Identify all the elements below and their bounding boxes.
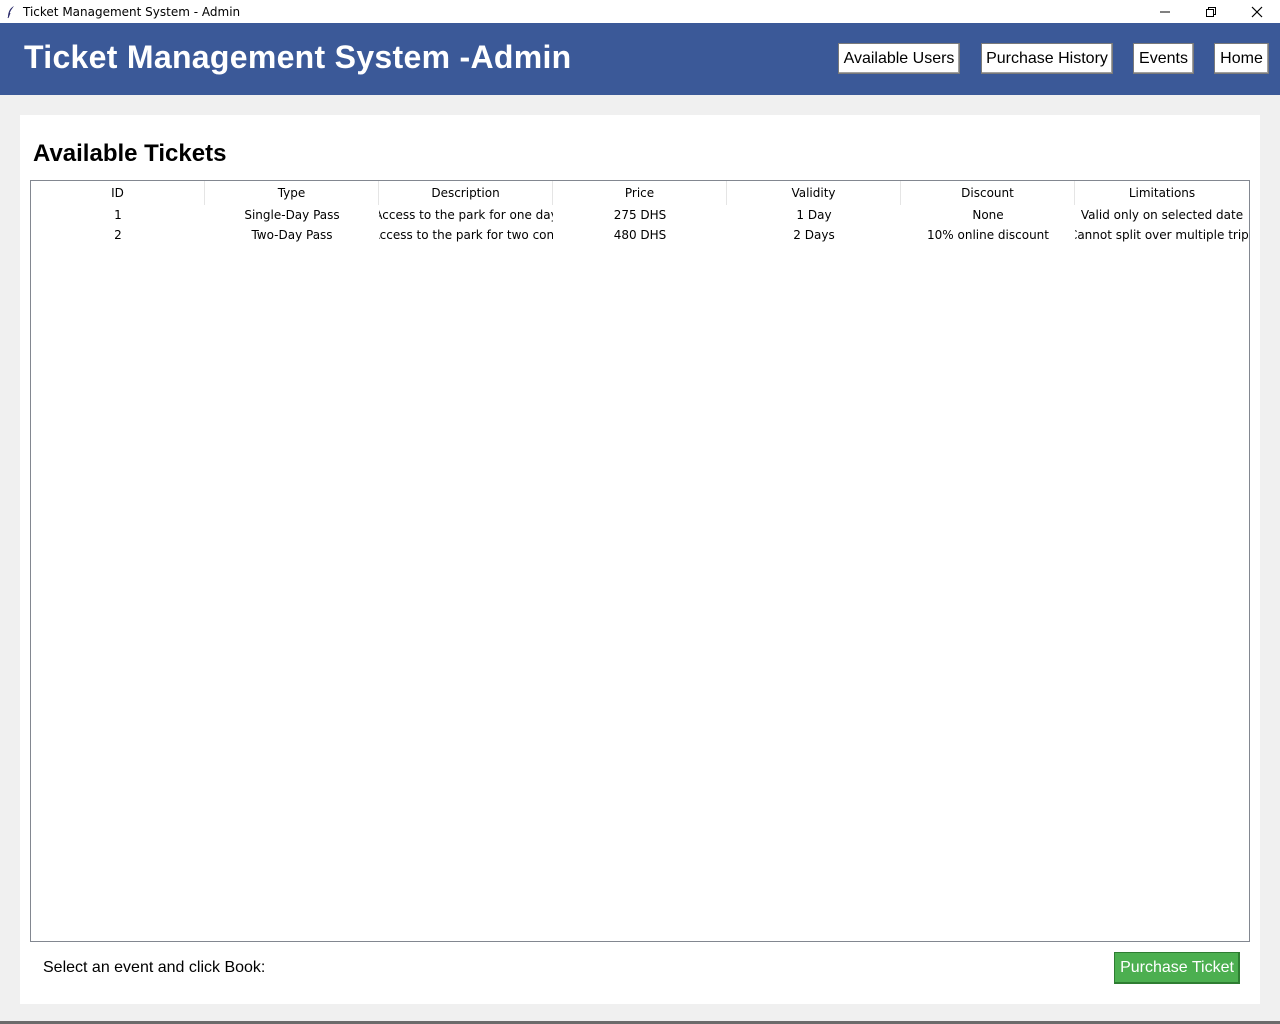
column-header-type[interactable]: Type: [205, 181, 379, 205]
cell-description: Access to the park for two cons: [379, 228, 553, 242]
cell-validity: 1 Day: [796, 208, 832, 222]
tickets-table[interactable]: ID Type Description Price Validity Disco…: [30, 180, 1250, 942]
app-title: Ticket Management System -Admin: [24, 39, 572, 75]
column-header-discount[interactable]: Discount: [901, 181, 1075, 205]
table-row[interactable]: 2 Two-Day Pass Access to the park for tw…: [31, 225, 1249, 245]
window-titlebar: Ticket Management System - Admin: [0, 0, 1280, 23]
cell-validity: 2 Days: [793, 228, 835, 242]
cell-id: 1: [114, 208, 122, 222]
cell-limitations: Cannot split over multiple trips: [1075, 228, 1249, 242]
column-header-validity[interactable]: Validity: [727, 181, 901, 205]
feather-icon: [4, 5, 18, 19]
table-row[interactable]: 1 Single-Day Pass Access to the park for…: [31, 205, 1249, 225]
window-title: Ticket Management System - Admin: [23, 4, 241, 19]
table-body: 1 Single-Day Pass Access to the park for…: [31, 205, 1249, 245]
column-header-price[interactable]: Price: [553, 181, 727, 205]
table-header: ID Type Description Price Validity Disco…: [31, 181, 1249, 205]
cell-type: Two-Day Pass: [251, 228, 333, 242]
cell-price: 275 DHS: [613, 208, 667, 222]
restore-button[interactable]: [1188, 0, 1234, 23]
close-icon: [1251, 6, 1263, 17]
column-header-limitations[interactable]: Limitations: [1075, 181, 1249, 205]
cell-price: 480 DHS: [613, 228, 667, 242]
cell-id: 2: [114, 228, 122, 242]
cell-type: Single-Day Pass: [244, 208, 340, 222]
restore-icon: [1206, 6, 1216, 17]
column-header-id[interactable]: ID: [31, 181, 205, 205]
cell-discount: 10% online discount: [927, 228, 1049, 242]
purchase-ticket-button[interactable]: Purchase Ticket: [1114, 952, 1240, 984]
home-button[interactable]: Home: [1214, 43, 1269, 74]
minimize-button[interactable]: [1142, 0, 1188, 23]
cell-description: Access to the park for one day: [379, 208, 553, 222]
column-header-description[interactable]: Description: [379, 181, 553, 205]
page-title: Available Tickets: [33, 140, 227, 167]
main-panel: Available Tickets ID Type Description Pr…: [20, 115, 1260, 1004]
app-header: Ticket Management System -Admin Availabl…: [0, 23, 1280, 95]
instruction-text: Select an event and click Book:: [43, 959, 266, 976]
events-button[interactable]: Events: [1133, 43, 1194, 74]
cell-limitations: Valid only on selected date: [1080, 208, 1244, 222]
window-controls: [1142, 0, 1280, 23]
close-button[interactable]: [1234, 0, 1280, 23]
minimize-icon: [1160, 11, 1170, 12]
cell-discount: None: [972, 208, 1004, 222]
purchase-history-button[interactable]: Purchase History: [981, 43, 1113, 74]
available-users-button[interactable]: Available Users: [838, 43, 960, 74]
